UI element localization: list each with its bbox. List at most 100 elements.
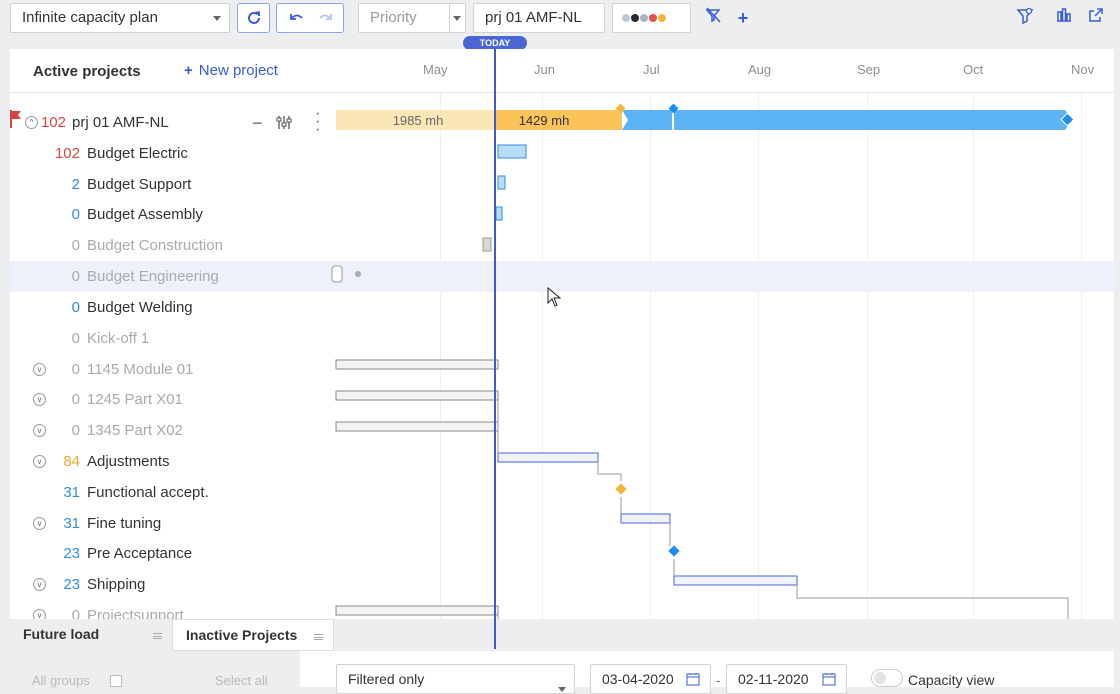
select-all-link[interactable]: Select all	[215, 673, 268, 688]
refresh-icon	[247, 11, 260, 24]
tab-label: Future load	[23, 626, 100, 642]
task-count: 84	[63, 453, 80, 470]
task-name: Pre Acceptance	[87, 545, 193, 562]
status-dot	[622, 14, 630, 23]
task-count: 0	[71, 607, 80, 619]
status-filter[interactable]	[612, 3, 691, 33]
task-row[interactable]: v 31 Fine tuning	[10, 508, 1114, 539]
columns-view-button[interactable]	[1053, 7, 1075, 29]
task-row[interactable]: 102 Budget Electric	[10, 138, 1114, 169]
task-row[interactable]: 31 Functional accept.	[10, 477, 1114, 508]
priority-select[interactable]: Priority	[358, 3, 466, 33]
mouse-cursor-icon	[547, 287, 561, 307]
task-name: Adjustments	[87, 453, 170, 470]
filter-value: Filtered only	[348, 671, 425, 687]
columns-icon	[1057, 8, 1071, 22]
export-button[interactable]	[1085, 7, 1107, 29]
task-row[interactable]: 2 Budget Support	[10, 169, 1114, 200]
task-row[interactable]: 0 Budget Construction	[10, 230, 1114, 261]
month-label-sep: Sep	[857, 62, 881, 77]
task-count: 0	[71, 361, 80, 378]
capacity-view-toggle[interactable]	[871, 669, 903, 687]
undo-icon	[290, 14, 303, 20]
refresh-button[interactable]	[237, 3, 270, 33]
month-label-jul: Jul	[643, 62, 660, 77]
month-label-aug: Aug	[748, 62, 772, 77]
task-count: 31	[63, 515, 80, 532]
plus-icon: +	[184, 62, 193, 79]
task-row[interactable]: 0 Kick-off 1	[10, 323, 1114, 354]
task-count: 102	[54, 145, 80, 162]
add-filter-button[interactable]: +	[732, 7, 754, 29]
project-name: prj 01 AMF-NL	[72, 114, 169, 131]
task-count: 0	[71, 237, 80, 254]
calendar-icon[interactable]	[686, 672, 700, 686]
task-count: 23	[63, 545, 80, 562]
task-count: 0	[71, 422, 80, 439]
minus-button[interactable]: −	[252, 113, 263, 134]
today-badge: TODAY	[463, 36, 527, 50]
filter-funnel-button[interactable]	[1014, 7, 1036, 29]
task-name: Projectsupport	[87, 607, 184, 619]
task-row[interactable]: 0 Budget Engineering	[10, 261, 1114, 292]
filter-clear-button[interactable]	[702, 7, 724, 29]
task-count: 2	[71, 176, 80, 193]
export-icon	[1089, 8, 1103, 22]
filter-select[interactable]: Filtered only	[336, 664, 575, 694]
chevron-down-icon	[213, 16, 221, 21]
task-name: 1145 Module 01	[87, 361, 194, 378]
filter-off-icon	[705, 7, 721, 23]
task-row[interactable]: v 0 1345 Part X02	[10, 415, 1114, 446]
task-row[interactable]: v 84 Adjustments	[10, 446, 1114, 477]
more-menu-icon[interactable]: · · ·	[315, 106, 320, 138]
capacity-view-label: Capacity view	[908, 672, 995, 688]
plan-select[interactable]: Infinite capacity plan	[10, 3, 230, 33]
task-row[interactable]: 23 Pre Acceptance	[10, 538, 1114, 569]
toolbar: Infinite capacity plan Priority prj 01 A…	[0, 0, 1120, 36]
task-row[interactable]: v 0 1245 Part X01	[10, 384, 1114, 415]
gantt-panel: Active projects + New project May Jun Jul…	[10, 49, 1114, 619]
new-project-label: New project	[198, 62, 278, 79]
task-count: 0	[71, 206, 80, 223]
task-name: Budget Construction	[87, 237, 223, 254]
task-row[interactable]: 0 Budget Assembly	[10, 199, 1114, 230]
status-dot	[640, 14, 648, 23]
tab-label: Inactive Projects	[186, 627, 298, 643]
task-count: 23	[63, 576, 80, 593]
project-search-value: prj 01 AMF-NL	[485, 9, 582, 26]
task-name: Fine tuning	[87, 515, 162, 532]
redo-button[interactable]	[315, 4, 335, 33]
project-row[interactable]: ^ 102 prj 01 AMF-NL − · · ·	[10, 106, 1114, 138]
bottom-bar: All groups Select all Filtered only 03-0…	[0, 651, 1120, 694]
sliders-icon[interactable]	[276, 115, 292, 130]
date-from-input[interactable]: 03-04-2020	[590, 664, 711, 694]
all-groups-label[interactable]: All groups	[32, 673, 90, 688]
checkbox[interactable]	[110, 675, 122, 687]
plus-icon: +	[737, 8, 749, 28]
task-count: 0	[71, 391, 80, 408]
undo-button[interactable]	[287, 4, 307, 33]
priority-placeholder: Priority	[370, 9, 417, 26]
status-dot	[649, 14, 657, 23]
tab-inactive-projects[interactable]: Inactive Projects	[172, 619, 334, 651]
redo-icon	[319, 14, 332, 20]
divider	[449, 4, 450, 32]
project-count: 102	[40, 114, 66, 131]
chevron-down-icon	[453, 16, 461, 21]
page-title: Active projects	[33, 63, 141, 80]
task-row[interactable]: 0 Budget Welding	[10, 292, 1114, 323]
tab-future-load[interactable]: Future load	[10, 619, 172, 651]
task-count: 0	[71, 268, 80, 285]
project-search-input[interactable]: prj 01 AMF-NL	[473, 3, 605, 33]
task-name: Budget Engineering	[87, 268, 219, 285]
task-row[interactable]: v 0 1145 Module 01	[10, 354, 1114, 385]
status-dot	[631, 14, 639, 23]
task-row[interactable]: v 0 Projectsupport	[10, 600, 1114, 619]
new-project-button[interactable]: + New project	[184, 62, 278, 79]
date-to-input[interactable]: 02-11-2020	[726, 664, 847, 694]
drag-handle-icon[interactable]	[153, 633, 162, 639]
task-row[interactable]: v 23 Shipping	[10, 569, 1114, 600]
month-label-may: May	[423, 62, 448, 77]
drag-handle-icon[interactable]	[314, 634, 323, 640]
calendar-icon[interactable]	[822, 672, 836, 686]
